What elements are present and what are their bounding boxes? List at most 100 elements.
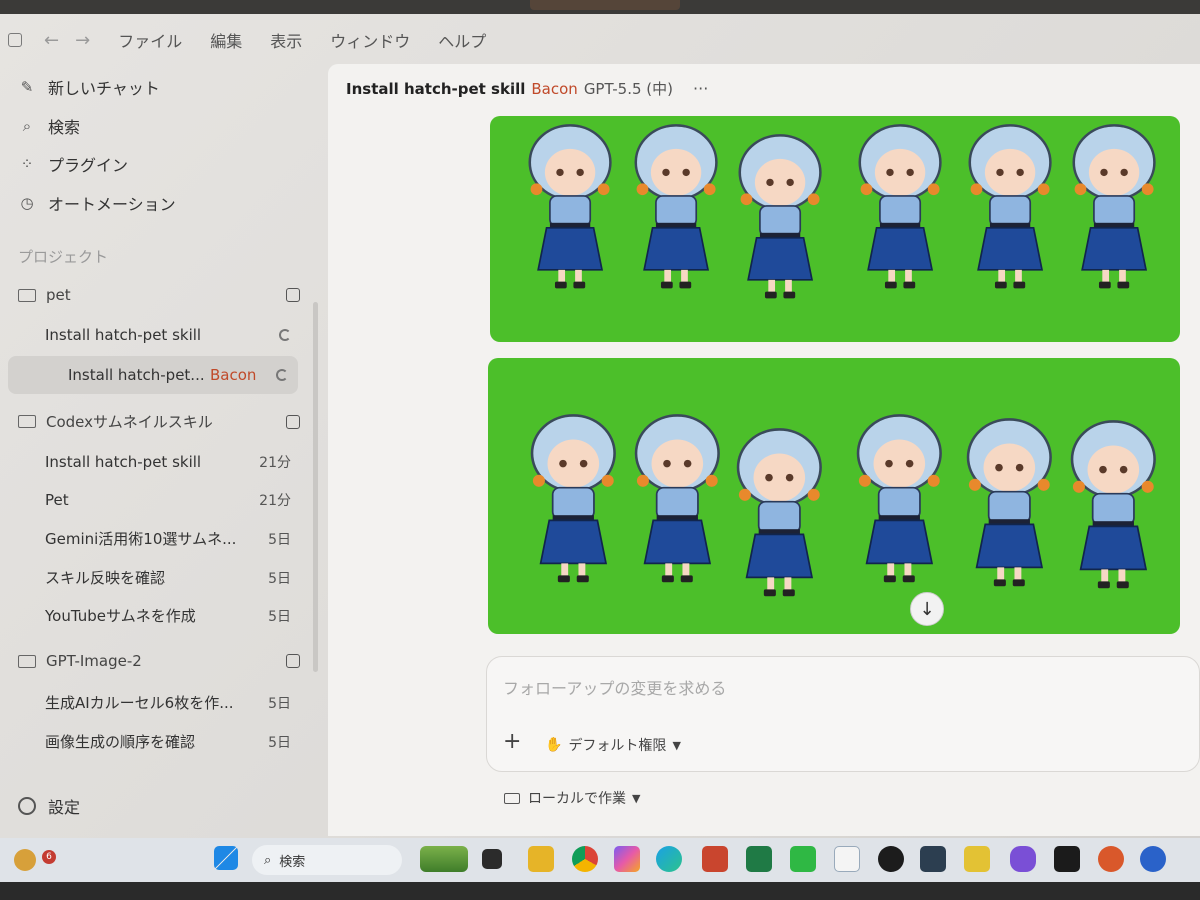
thread-item[interactable]: Install hatch-pet skill 21分 xyxy=(45,452,291,472)
composer-input[interactable]: フォローアップの変更を求める xyxy=(503,675,726,699)
plugins-button[interactable]: ⁘ プラグイン xyxy=(18,145,320,184)
loading-spinner-icon xyxy=(279,329,291,341)
add-attachment-icon[interactable]: + xyxy=(503,729,521,754)
notification-badge: 6 xyxy=(42,850,56,864)
thread-label: Install hatch-pet skill xyxy=(45,326,202,344)
thread-item[interactable]: 生成AIカルーセル6枚を作... 5日 xyxy=(45,692,291,713)
generated-image-card[interactable] xyxy=(490,116,1180,342)
app-icon[interactable] xyxy=(1140,846,1166,872)
menu-file[interactable]: ファイル xyxy=(118,28,182,52)
folder-icon[interactable] xyxy=(528,846,554,872)
main-panel: Install hatch-pet skill Bacon GPT-5.5 (中… xyxy=(328,64,1200,836)
loading-spinner-icon xyxy=(276,369,288,381)
more-options-icon[interactable]: ··· xyxy=(693,79,708,98)
copilot-icon[interactable] xyxy=(614,846,640,872)
character-sprite xyxy=(858,124,942,289)
compose-icon: ✎ xyxy=(20,78,34,97)
thread-item[interactable]: Gemini活用術10選サムネ... 5日 xyxy=(45,528,291,549)
menu-help[interactable]: ヘルプ xyxy=(438,28,486,52)
thread-tag: Bacon xyxy=(531,80,578,98)
composer[interactable]: フォローアップの変更を求める + ✋ デフォルト権限 ▼ xyxy=(486,656,1200,772)
thread-label: Gemini活用術10選サムネ... xyxy=(45,530,237,548)
project-codex-thumbnail[interactable]: Codexサムネイルスキル xyxy=(18,411,300,432)
forward-arrow-icon[interactable]: → xyxy=(75,30,90,51)
notification-icon[interactable]: 6 xyxy=(14,849,56,871)
start-icon[interactable] xyxy=(214,846,238,870)
thread-label: 生成AIカルーセル6枚を作... xyxy=(45,694,234,712)
menu-window[interactable]: ウィンドウ xyxy=(330,28,410,52)
app-icon[interactable] xyxy=(920,846,946,872)
thread-label: Install hatch-pet skill xyxy=(45,453,202,471)
thread-time: 5日 xyxy=(268,531,291,548)
gear-icon xyxy=(18,797,36,815)
thread-time: 5日 xyxy=(268,608,291,625)
character-sprite xyxy=(1072,124,1156,289)
edge-icon[interactable] xyxy=(656,846,682,872)
thread-item[interactable]: 画像生成の順序を確認 5日 xyxy=(45,731,291,752)
search-button[interactable]: ⌕ 検索 xyxy=(18,107,320,146)
thread-item-active[interactable]: Install hatch-pet... Bacon xyxy=(8,356,298,394)
notepad-icon[interactable] xyxy=(834,846,860,872)
widgets-icon[interactable] xyxy=(420,846,468,872)
scroll-down-button[interactable]: ↓ xyxy=(910,592,944,626)
new-thread-icon[interactable] xyxy=(286,414,300,429)
screen: ← → ファイル 編集 表示 ウィンドウ ヘルプ ✎ 新しいチャット ⌕ 検索 … xyxy=(0,0,1200,900)
new-thread-icon[interactable] xyxy=(286,654,300,668)
character-sprite xyxy=(738,134,822,299)
thread-item[interactable]: Pet 21分 xyxy=(45,490,291,510)
new-thread-icon[interactable] xyxy=(286,288,300,302)
screen-bezel-top xyxy=(0,0,1200,14)
thread-time: 5日 xyxy=(268,570,291,587)
thread-time: 5日 xyxy=(268,734,291,751)
obsidian-icon[interactable] xyxy=(1010,846,1036,872)
back-arrow-icon[interactable]: ← xyxy=(44,30,59,51)
task-view-icon[interactable] xyxy=(482,849,502,869)
thread-time: 5日 xyxy=(268,695,291,712)
plugins-label: プラグイン xyxy=(48,156,129,176)
sidebar-scrollbar[interactable] xyxy=(313,302,318,672)
excel-icon[interactable] xyxy=(746,846,772,872)
character-sprite xyxy=(736,428,822,597)
powerpoint-icon[interactable] xyxy=(702,846,728,872)
permission-dropdown[interactable]: ✋ デフォルト権限 ▼ xyxy=(545,735,681,755)
thread-item[interactable]: Install hatch-pet skill xyxy=(45,326,291,344)
chrome-icon[interactable] xyxy=(572,846,598,872)
new-chat-button[interactable]: ✎ 新しいチャット xyxy=(18,68,320,107)
character-sprite xyxy=(530,414,616,583)
line-icon[interactable] xyxy=(790,846,816,872)
character-sprite xyxy=(634,414,720,583)
app-icon[interactable] xyxy=(964,846,990,872)
project-name: pet xyxy=(46,286,71,304)
thread-item[interactable]: スキル反映を確認 5日 xyxy=(45,567,291,588)
automation-button[interactable]: ◷ オートメーション xyxy=(18,184,320,223)
thread-tag: Bacon xyxy=(210,366,257,384)
settings-button[interactable]: 設定 xyxy=(18,794,80,818)
claude-icon[interactable] xyxy=(1098,846,1124,872)
taskbar-search[interactable]: ⌕ 検索 xyxy=(252,845,402,875)
model-label[interactable]: GPT-5.5 (中) xyxy=(584,78,673,99)
settings-label: 設定 xyxy=(48,798,81,817)
work-location-label: ローカルで作業 xyxy=(528,791,626,807)
project-pet[interactable]: pet xyxy=(18,286,300,304)
menu-edit[interactable]: 編集 xyxy=(210,28,242,52)
new-chat-label: 新しいチャット xyxy=(48,79,160,99)
sidebar-toggle-icon[interactable] xyxy=(8,33,22,47)
taskbar: 6 ⌕ 検索 xyxy=(0,838,1200,882)
search-icon: ⌕ xyxy=(22,116,32,135)
app-icon[interactable] xyxy=(1054,846,1080,872)
thread-item[interactable]: YouTubeサムネを作成 5日 xyxy=(45,605,291,626)
laptop-icon xyxy=(504,792,520,804)
character-sprite xyxy=(528,124,612,289)
thread-time: 21分 xyxy=(259,455,291,471)
generated-image-card[interactable] xyxy=(488,358,1180,634)
folder-icon xyxy=(18,654,36,668)
character-sprite xyxy=(856,414,942,583)
openai-icon[interactable] xyxy=(878,846,904,872)
search-label: 検索 xyxy=(48,117,81,137)
thread-label: Pet xyxy=(45,491,69,509)
work-location-dropdown[interactable]: ローカルで作業 ▼ xyxy=(504,788,640,808)
folder-icon xyxy=(18,288,36,302)
project-gpt-image-2[interactable]: GPT-Image-2 xyxy=(18,652,300,670)
project-name: Codexサムネイルスキル xyxy=(46,413,213,431)
menu-view[interactable]: 表示 xyxy=(270,28,302,52)
